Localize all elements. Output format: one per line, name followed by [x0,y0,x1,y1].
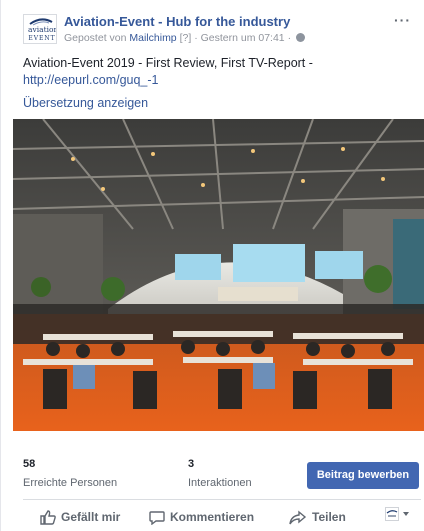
posted-via-prefix: Gepostet von [64,32,127,44]
boost-post-button[interactable]: Beitrag bewerben [307,462,419,489]
page-avatar-small-icon [385,507,399,521]
comment-button[interactable]: Kommentieren [149,505,254,529]
reach-count: 58 [23,458,36,470]
globe-icon [295,33,305,42]
interactions-label: Interaktionen [188,477,252,489]
page-avatar[interactable]: aviation EVENT [23,14,57,44]
chevron-down-icon [403,512,409,516]
more-options-icon[interactable]: ··· [394,12,411,28]
share-arrow-icon [289,510,307,524]
post-text: Aviation-Event 2019 - First Review, Firs… [23,56,313,70]
reach-label: Erreichte Personen [23,477,118,489]
post-meta: Gepostet von Mailchimp [?] · Gestern um … [64,32,305,44]
share-button[interactable]: Teilen [289,505,346,529]
interactions-count: 3 [188,458,195,470]
post-link[interactable]: http://eepurl.com/guq_-1 [23,73,159,87]
comment-label: Kommentieren [170,510,255,524]
post-card: aviation EVENT Aviation-Event - Hub for t… [0,0,424,531]
like-button[interactable]: Gefällt mir [40,505,120,529]
post-header: aviation EVENT Aviation-Event - Hub for t… [23,12,415,46]
share-as-menu[interactable] [385,507,411,521]
post-insights: 58 Erreichte Personen 3 Interaktionen Be… [23,458,421,494]
translate-link[interactable]: Übersetzung anzeigen [23,96,148,110]
posted-via-app-link[interactable]: Mailchimp [129,32,176,44]
post-body: Aviation-Event 2019 - First Review, Firs… [23,55,417,89]
post-photo[interactable] [13,119,424,431]
like-label: Gefällt mir [61,510,121,524]
actions-divider [23,499,421,500]
comment-icon [149,510,165,525]
post-timestamp[interactable]: · Gestern um 07:41 · [194,32,291,44]
posted-via-help-badge[interactable]: [?] [180,32,192,44]
share-label: Teilen [312,510,346,524]
post-actions: Gefällt mir Kommentieren Teilen [23,503,421,531]
logo-wordmark: aviation EVENT [28,25,57,43]
conference-hall-image [13,119,424,431]
thumbs-up-icon [40,509,56,525]
page-name-link[interactable]: Aviation-Event - Hub for the industry [64,14,290,29]
